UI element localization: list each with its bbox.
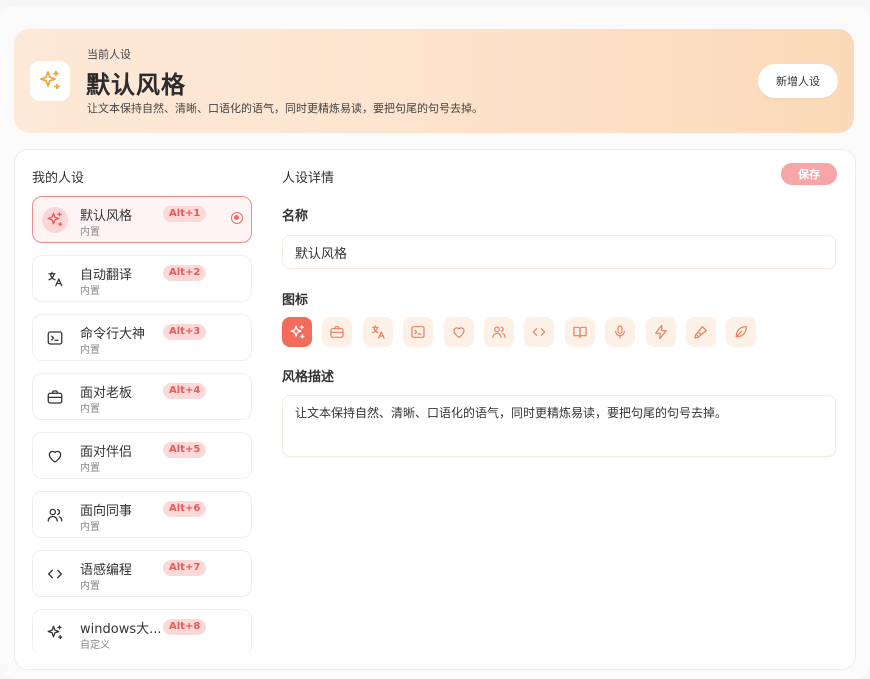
persona-item-tag: 内置: [80, 404, 100, 415]
briefcase-icon: [42, 384, 68, 410]
detail-title: 人设详情: [282, 171, 335, 186]
code-icon: [42, 561, 68, 587]
persona-item-tag: 内置: [80, 345, 100, 356]
persona-item-vibe-coding[interactable]: 语感编程 内置 Alt+7: [32, 550, 252, 597]
users-icon: [42, 502, 68, 528]
shortcut-badge: Alt+2: [163, 265, 207, 281]
code-icon[interactable]: [524, 317, 554, 347]
briefcase-icon[interactable]: [322, 317, 352, 347]
sparkles-icon: [42, 620, 68, 646]
persona-item-tag: 内置: [80, 463, 100, 474]
current-persona-kicker: 当前人设: [87, 48, 131, 61]
persona-item-partner[interactable]: 面对伴侣 内置 Alt+5: [32, 432, 252, 479]
persona-item-tag: 自定义: [80, 640, 110, 651]
name-input[interactable]: [282, 235, 836, 269]
new-persona-button[interactable]: 新增人设: [758, 64, 838, 98]
shortcut-badge: Alt+1: [163, 206, 207, 222]
persona-item-tag: 内置: [80, 286, 100, 297]
persona-item-colleague[interactable]: 面向同事 内置 Alt+6: [32, 491, 252, 538]
persona-item-name: 面向同事: [80, 504, 133, 519]
translate-icon: [42, 266, 68, 292]
persona-item-tag: 内置: [80, 227, 100, 238]
mic-icon[interactable]: [605, 317, 635, 347]
zap-icon[interactable]: [646, 317, 676, 347]
brush-icon[interactable]: [686, 317, 716, 347]
book-icon[interactable]: [565, 317, 595, 347]
sparkles-icon: [30, 61, 70, 101]
shortcut-badge: Alt+4: [163, 383, 207, 399]
terminal-icon[interactable]: [403, 317, 433, 347]
description-label: 风格描述: [282, 370, 335, 385]
sparkles-icon: [42, 207, 68, 233]
persona-item-name: 语感编程: [80, 563, 133, 578]
icon-label: 图标: [282, 293, 309, 308]
persona-item-custom[interactable]: windows大... 自定义 Alt+8: [32, 609, 252, 653]
persona-item-tag: 内置: [80, 581, 100, 592]
save-button[interactable]: 保存: [781, 163, 837, 185]
persona-item-name: windows大...: [80, 622, 162, 637]
persona-list[interactable]: 默认风格 内置 Alt+1 自动翻译 内置 Alt+2 命令行大神 内置 Alt…: [32, 196, 252, 653]
persona-item-name: 自动翻译: [80, 268, 133, 283]
current-persona-description: 让文本保持自然、清晰、口语化的语气，同时更精炼易读，要把句尾的句号去掉。: [87, 102, 483, 115]
shortcut-badge: Alt+8: [163, 619, 207, 635]
users-icon[interactable]: [484, 317, 514, 347]
persona-item-default[interactable]: 默认风格 内置 Alt+1: [32, 196, 252, 243]
heart-icon: [42, 443, 68, 469]
persona-item-terminal[interactable]: 命令行大神 内置 Alt+3: [32, 314, 252, 361]
shortcut-badge: Alt+6: [163, 501, 207, 517]
leaf-icon[interactable]: [726, 317, 756, 347]
main-panel: 我的人设 默认风格 内置 Alt+1 自动翻译 内置 Alt+2 命令行大神 内…: [14, 149, 856, 670]
persona-item-name: 面对伴侣: [80, 445, 133, 460]
heart-icon[interactable]: [444, 317, 474, 347]
name-label: 名称: [282, 209, 309, 224]
shortcut-badge: Alt+7: [163, 560, 207, 576]
terminal-icon: [42, 325, 68, 351]
current-persona-banner: 当前人设 默认风格 让文本保持自然、清晰、口语化的语气，同时更精炼易读，要把句尾…: [14, 29, 854, 133]
active-radio[interactable]: [231, 212, 243, 224]
persona-item-name: 默认风格: [80, 209, 133, 224]
persona-item-boss[interactable]: 面对老板 内置 Alt+4: [32, 373, 252, 420]
sparkles-icon[interactable]: [282, 317, 312, 347]
persona-item-name: 命令行大神: [80, 327, 146, 342]
shortcut-badge: Alt+3: [163, 324, 207, 340]
app-window: 当前人设 默认风格 让文本保持自然、清晰、口语化的语气，同时更精炼易读，要把句尾…: [0, 6, 870, 679]
persona-item-name: 面对老板: [80, 386, 133, 401]
current-persona-title: 默认风格: [86, 71, 186, 99]
persona-item-tag: 内置: [80, 522, 100, 533]
translate-icon[interactable]: [363, 317, 393, 347]
description-textarea[interactable]: 让文本保持自然、清晰、口语化的语气，同时更精炼易读，要把句尾的句号去掉。: [282, 395, 836, 457]
shortcut-badge: Alt+5: [163, 442, 207, 458]
persona-item-translate[interactable]: 自动翻译 内置 Alt+2: [32, 255, 252, 302]
persona-list-title: 我的人设: [32, 171, 85, 186]
